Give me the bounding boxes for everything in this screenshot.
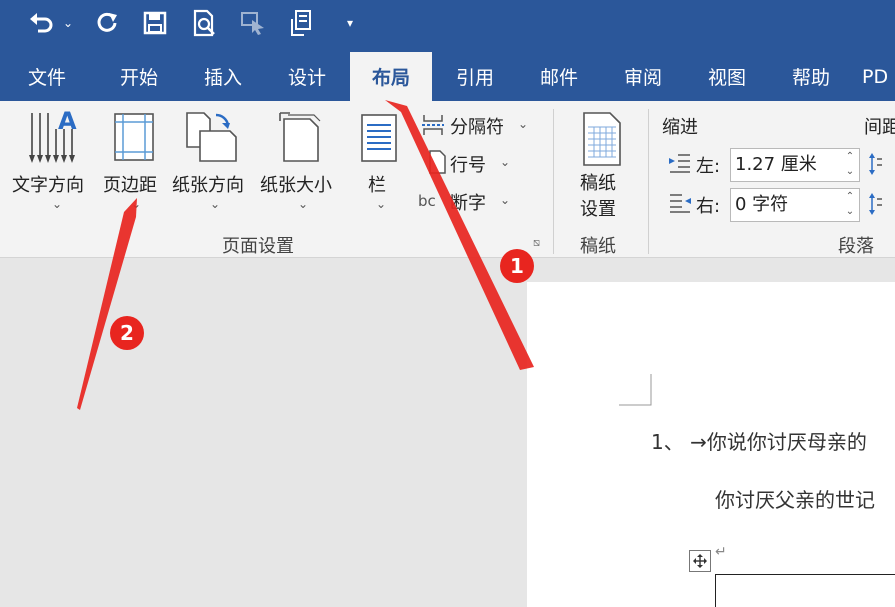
annotation-arrows xyxy=(77,100,534,410)
arrow-to-layout-tab xyxy=(385,100,534,370)
annotation-badge-1: 1 xyxy=(500,249,534,283)
annotation-badge-2: 2 xyxy=(110,316,144,350)
arrow-to-margins-button xyxy=(77,198,137,410)
